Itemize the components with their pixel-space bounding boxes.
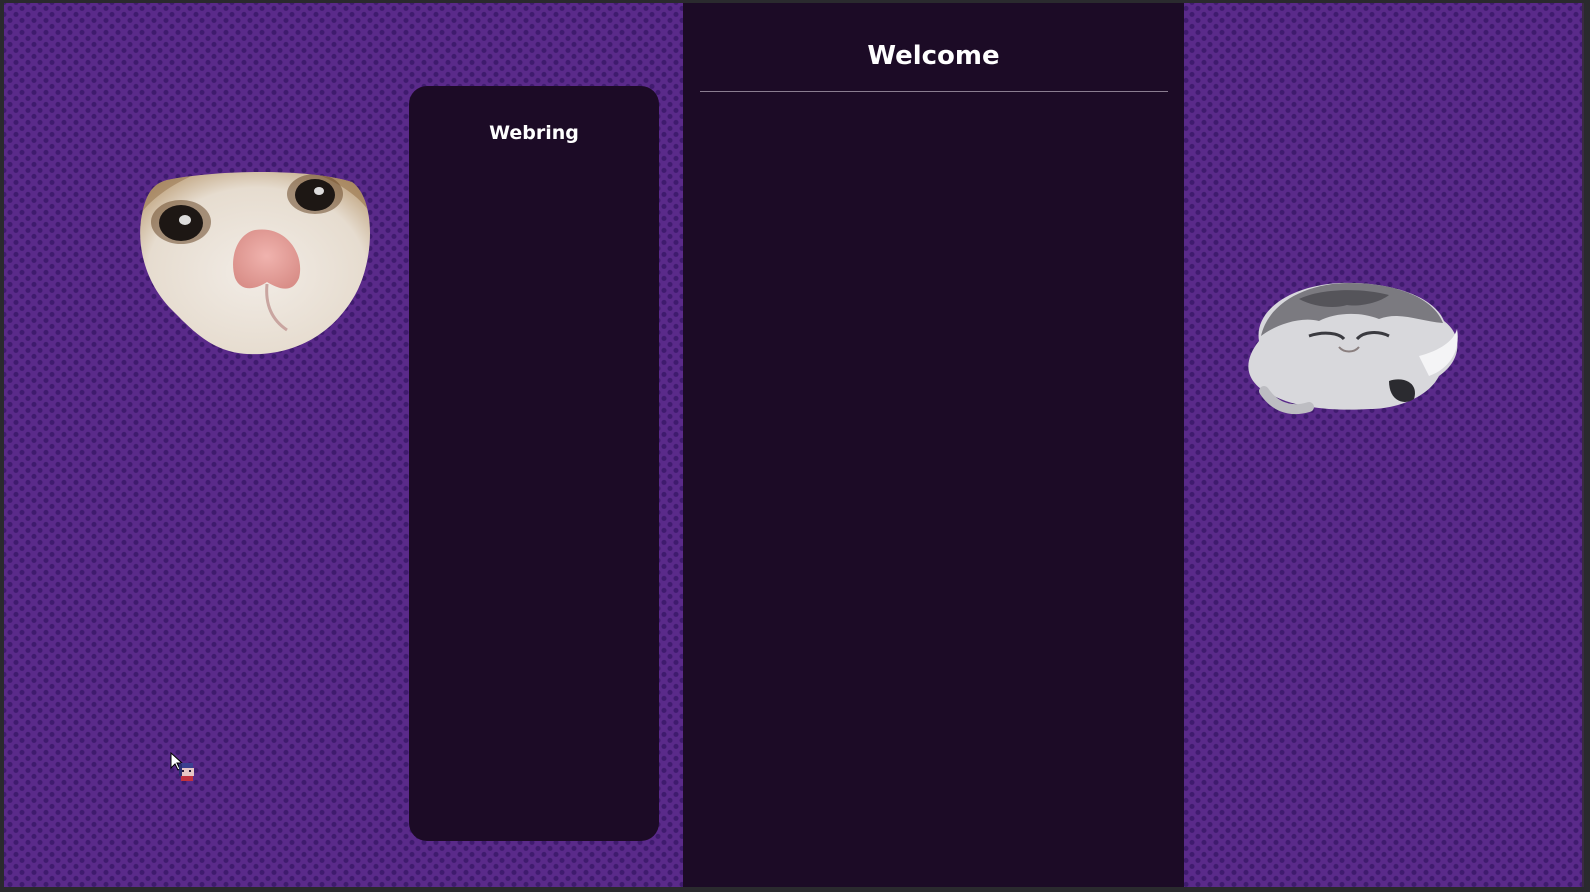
fluffy-cat-image xyxy=(1248,282,1458,415)
page-title: Welcome xyxy=(867,41,1000,71)
title-divider xyxy=(700,91,1168,92)
pixel-cursor-icon xyxy=(170,752,194,781)
page-background: Webring Welcome xyxy=(4,3,1584,887)
window-edge xyxy=(1582,3,1584,887)
webring-panel: Webring xyxy=(409,86,659,841)
main-content-panel: Welcome xyxy=(683,3,1184,887)
cat-face-image xyxy=(140,172,371,355)
webring-heading: Webring xyxy=(489,122,579,144)
